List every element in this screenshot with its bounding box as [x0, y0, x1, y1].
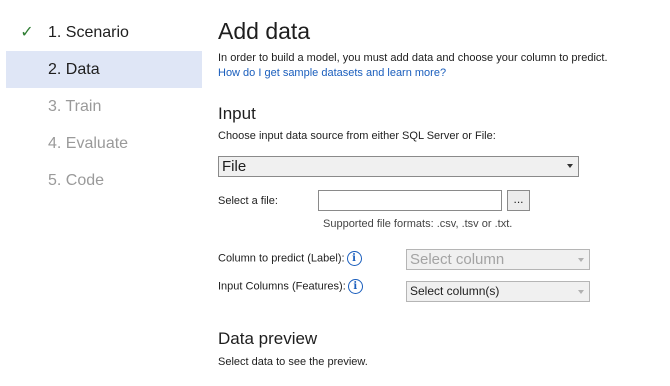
label-column-row: Column to predict (Label): i — [218, 251, 362, 266]
step-label: 1. Scenario — [48, 24, 129, 41]
chevron-down-icon — [578, 258, 584, 262]
label-column-label: Column to predict (Label): — [218, 252, 345, 265]
step-evaluate[interactable]: 4. Evaluate — [6, 125, 202, 162]
feature-columns-value: Select column(s) — [410, 284, 500, 298]
chevron-down-icon — [567, 164, 573, 168]
info-icon[interactable]: i — [347, 279, 363, 294]
help-link[interactable]: How do I get sample datasets and learn m… — [218, 67, 446, 79]
chevron-down-icon — [578, 290, 584, 294]
feature-columns-label: Input Columns (Features): — [218, 280, 346, 293]
step-train[interactable]: 3. Train — [6, 88, 202, 125]
feature-columns-row: Input Columns (Features): i — [218, 279, 363, 294]
step-label: 2. Data — [48, 61, 100, 78]
intro-text: In order to build a model, you must add … — [218, 52, 608, 64]
step-data[interactable]: 2. Data — [6, 51, 202, 88]
data-preview-heading: Data preview — [218, 329, 318, 348]
wizard-steps: ✓ 1. Scenario 2. Data 3. Train 4. Evalua… — [6, 14, 202, 199]
source-instruction: Choose input data source from either SQL… — [218, 130, 496, 142]
browse-button[interactable]: ... — [507, 190, 530, 211]
step-label: 4. Evaluate — [48, 135, 129, 152]
info-icon[interactable]: i — [346, 251, 362, 266]
feature-columns-dropdown[interactable]: Select column(s) — [406, 281, 590, 302]
data-source-dropdown[interactable]: File — [218, 156, 579, 177]
checkmark-icon: ✓ — [20, 24, 34, 41]
step-scenario[interactable]: ✓ 1. Scenario — [6, 14, 202, 51]
label-column-dropdown[interactable]: Select column — [406, 249, 590, 270]
supported-formats-text: Supported file formats: .csv, .tsv or .t… — [323, 218, 513, 230]
page-title: Add data — [218, 18, 311, 44]
data-source-value: File — [222, 158, 247, 175]
step-code[interactable]: 5. Code — [6, 162, 202, 199]
file-label: Select a file: — [218, 195, 278, 207]
input-heading: Input — [218, 104, 256, 123]
step-label: 5. Code — [48, 172, 105, 189]
label-column-value: Select column — [410, 251, 505, 268]
data-preview-text: Select data to see the preview. — [218, 356, 368, 368]
file-path-input[interactable] — [318, 190, 502, 211]
step-label: 3. Train — [48, 98, 102, 115]
